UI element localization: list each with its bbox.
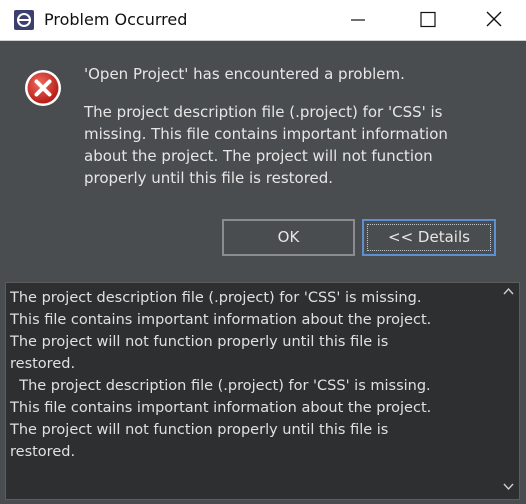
details-text-area[interactable]: The project description file (.project) … (5, 282, 520, 500)
scroll-up-arrow-icon[interactable] (503, 287, 514, 295)
scroll-down-arrow-icon[interactable] (503, 483, 514, 491)
minimize-button[interactable] (330, 0, 386, 41)
eclipse-icon (13, 9, 35, 31)
dialog-message: The project description file (.project) … (84, 103, 448, 187)
minimize-icon (351, 19, 365, 21)
details-text: The project description file (.project) … (10, 290, 432, 460)
title-bar: Problem Occurred (0, 0, 526, 41)
close-icon (486, 11, 502, 27)
details-button[interactable]: << Details (362, 219, 496, 256)
vertical-scrollbar[interactable] (498, 283, 519, 499)
window-title: Problem Occurred (44, 10, 188, 29)
maximize-icon (420, 11, 436, 28)
close-button[interactable] (466, 0, 522, 41)
error-icon (23, 68, 63, 108)
dialog-heading: 'Open Project' has encountered a problem… (84, 65, 405, 83)
maximize-button[interactable] (400, 0, 456, 41)
focus-ring (367, 224, 491, 251)
ok-button[interactable]: OK (222, 219, 355, 256)
